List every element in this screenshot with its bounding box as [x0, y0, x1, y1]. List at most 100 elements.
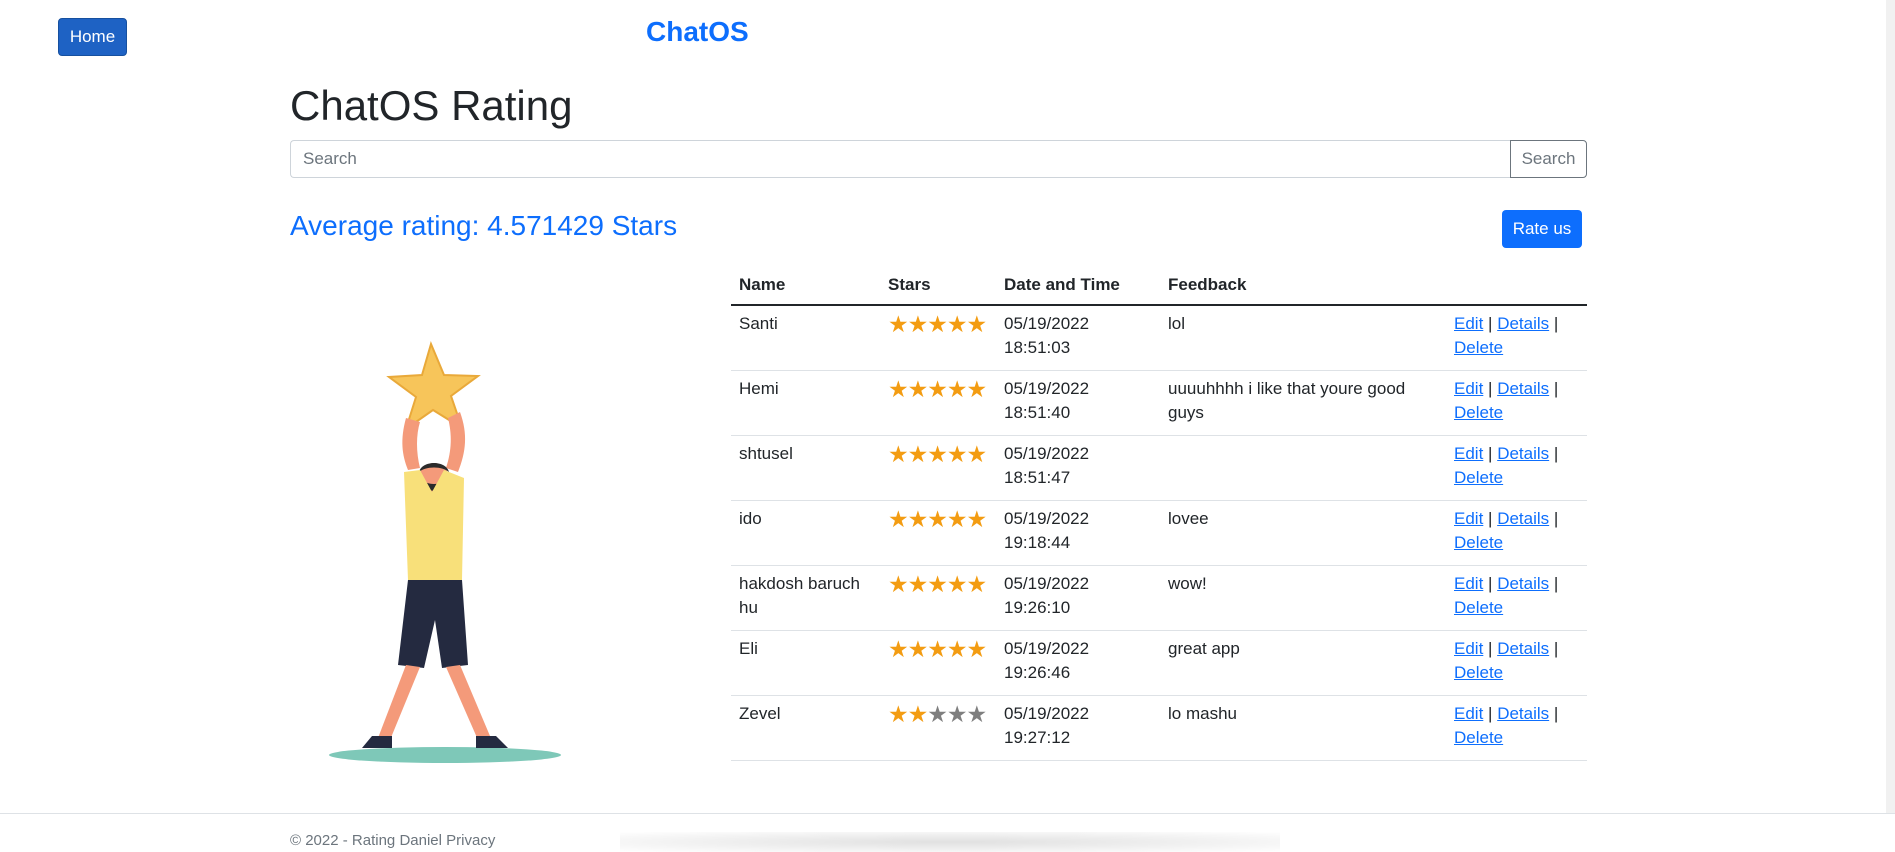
star-icon: ★ [888, 311, 909, 337]
star-icon: ★ [907, 570, 929, 597]
ground-shadow [329, 747, 561, 763]
details-link[interactable]: Details [1497, 704, 1549, 723]
rate-us-button[interactable]: Rate us [1502, 210, 1582, 248]
edit-link[interactable]: Edit [1454, 509, 1483, 528]
action-separator: | [1553, 314, 1559, 333]
vertical-scrollbar[interactable] [1886, 0, 1895, 813]
horizontal-scroll-shadow [620, 832, 1280, 852]
header-name: Name [731, 268, 880, 306]
delete-link[interactable]: Delete [1454, 338, 1503, 357]
star-icon: ★ [946, 440, 968, 467]
cell-stars: ★★★★★ [880, 435, 996, 501]
star-icon: ★ [946, 635, 968, 662]
details-link[interactable]: Details [1497, 314, 1549, 333]
details-link[interactable]: Details [1497, 574, 1549, 593]
action-separator: | [1553, 703, 1559, 723]
header-date-time: Date and Time [996, 268, 1160, 306]
cell-feedback: lol [1160, 305, 1446, 371]
details-link[interactable]: Details [1497, 509, 1549, 528]
details-link[interactable]: Details [1497, 379, 1549, 398]
star-icon: ★ [888, 375, 909, 402]
cell-feedback: lovee [1160, 500, 1446, 566]
cell-actions: Edit | Details | Delete [1446, 695, 1587, 761]
star-icon: ★ [966, 505, 988, 532]
delete-link[interactable]: Delete [1454, 728, 1503, 747]
star-icon: ★ [966, 635, 988, 662]
cell-name: ido [731, 500, 880, 566]
star-icon: ★ [927, 311, 948, 337]
table-row: Hemi ★★★★★ 05/19/2022 18:51:40 uuuuhhhh i l… [731, 370, 1587, 436]
edit-link[interactable]: Edit [1454, 639, 1483, 658]
cell-name: Eli [731, 630, 880, 696]
action-separator: | [1488, 638, 1493, 658]
action-separator: | [1488, 703, 1493, 723]
star-icon: ★ [927, 635, 948, 662]
star-icon: ★ [888, 700, 909, 727]
star-icon: ★ [966, 440, 988, 467]
action-separator: | [1553, 638, 1559, 658]
star-icon: ★ [907, 635, 929, 662]
cell-actions: Edit | Details | Delete [1446, 630, 1587, 696]
star-icon: ★ [927, 440, 948, 467]
cell-actions: Edit | Details | Delete [1446, 435, 1587, 501]
footer-divider [0, 813, 1895, 814]
action-separator: | [1488, 508, 1493, 528]
star-icon: ★ [888, 570, 909, 597]
brand-link[interactable]: ChatOS [646, 16, 749, 48]
star-icon: ★ [966, 311, 988, 337]
star-icon: ★ [888, 635, 909, 662]
delete-link[interactable]: Delete [1454, 533, 1503, 552]
star-icon: ★ [907, 700, 929, 727]
average-rating: Average rating: 4.571429 Stars [290, 210, 678, 241]
delete-link[interactable]: Delete [1454, 468, 1503, 487]
cell-feedback: wow! [1160, 565, 1446, 631]
search-bar: Search [290, 140, 1587, 178]
ratings-table: Name Stars Date and Time Feedback Santi ★… [731, 268, 1587, 761]
cell-date-time: 05/19/2022 19:18:44 [996, 500, 1160, 566]
delete-link[interactable]: Delete [1454, 403, 1503, 422]
table-row: Santi ★★★★★ 05/19/2022 18:51:03 lol Edit | D… [731, 305, 1587, 371]
star-icon: ★ [927, 700, 948, 727]
search-input[interactable] [290, 140, 1510, 178]
star-icon: ★ [966, 570, 988, 597]
cell-date-time: 05/19/2022 19:26:46 [996, 630, 1160, 696]
cell-date-time: 05/19/2022 19:26:10 [996, 565, 1160, 631]
star-icon: ★ [927, 570, 948, 597]
star-shape [386, 341, 481, 432]
delete-link[interactable]: Delete [1454, 663, 1503, 682]
star-icon: ★ [946, 311, 968, 337]
cell-date-time: 05/19/2022 18:51:40 [996, 370, 1160, 436]
star-icon: ★ [907, 311, 929, 337]
cell-stars: ★★★★★ [880, 305, 996, 371]
cell-actions: Edit | Details | Delete [1446, 370, 1587, 436]
cell-name: shtusel [731, 435, 880, 501]
action-separator: | [1553, 378, 1559, 398]
home-button[interactable]: Home [58, 18, 127, 56]
cell-feedback [1160, 435, 1446, 501]
header-actions [1446, 268, 1587, 306]
details-link[interactable]: Details [1497, 444, 1549, 463]
star-icon: ★ [888, 505, 909, 532]
edit-link[interactable]: Edit [1454, 574, 1483, 593]
edit-link[interactable]: Edit [1454, 444, 1483, 463]
table-row: ido ★★★★★ 05/19/2022 19:18:44 lovee Edit | D… [731, 500, 1587, 566]
star-icon: ★ [907, 375, 929, 402]
cell-stars: ★★★★★ [880, 500, 996, 566]
cell-feedback: great app [1160, 630, 1446, 696]
edit-link[interactable]: Edit [1454, 704, 1483, 723]
star-icon: ★ [907, 505, 929, 532]
cell-name: Hemi [731, 370, 880, 436]
cell-date-time: 05/19/2022 18:51:47 [996, 435, 1160, 501]
details-link[interactable]: Details [1497, 639, 1549, 658]
table-row: shtusel ★★★★★ 05/19/2022 18:51:47 Edit | De… [731, 435, 1587, 501]
star-icon: ★ [907, 440, 929, 467]
delete-link[interactable]: Delete [1454, 598, 1503, 617]
shorts [398, 580, 468, 668]
edit-link[interactable]: Edit [1454, 314, 1483, 333]
edit-link[interactable]: Edit [1454, 379, 1483, 398]
search-button[interactable]: Search [1510, 140, 1587, 178]
star-icon: ★ [927, 505, 948, 532]
star-icon: ★ [966, 375, 988, 402]
star-icon: ★ [966, 700, 988, 727]
action-separator: | [1488, 314, 1493, 333]
